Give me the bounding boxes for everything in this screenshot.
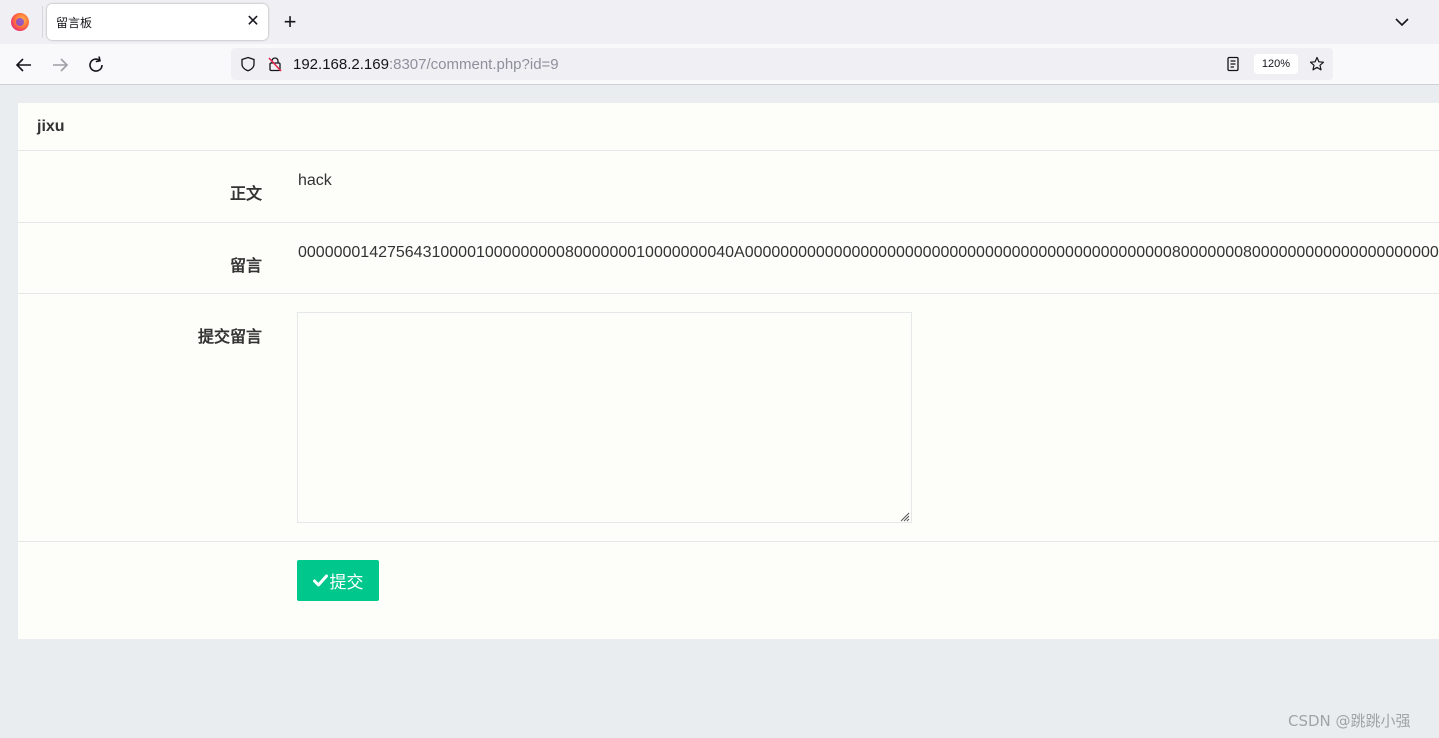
resize-grip-icon[interactable] xyxy=(898,509,910,522)
bookmark-star-icon[interactable] xyxy=(1309,56,1325,72)
comment-label: 留言 xyxy=(229,258,262,275)
comment-textarea[interactable] xyxy=(297,312,912,523)
comment-panel: jixu 正文 hack 留言 000000014275643100001000… xyxy=(18,103,1439,639)
comment-row: 留言 0000000142756431000010000000008000000… xyxy=(18,223,1439,294)
watermark: CSDN @跳跳小强 xyxy=(1288,712,1411,730)
url-host: 192.168.2.169 xyxy=(293,56,389,73)
tab-close-icon[interactable]: ✕ xyxy=(243,12,263,32)
zoom-level-badge[interactable]: 120% xyxy=(1254,54,1298,74)
checkmark-icon xyxy=(312,574,328,587)
shield-icon[interactable] xyxy=(240,56,256,72)
browser-tab-active[interactable]: 留言板 ✕ xyxy=(47,4,268,40)
insecure-lock-icon[interactable] xyxy=(267,56,283,72)
url-path: :8307/comment.php?id=9 xyxy=(388,56,559,73)
panel-header: jixu xyxy=(18,103,1439,151)
reader-view-icon[interactable] xyxy=(1225,56,1241,72)
back-arrow-icon[interactable] xyxy=(12,53,36,77)
submit-button-label: 提交 xyxy=(329,573,364,593)
browser-tabbar: 留言板 ✕ + xyxy=(0,0,1439,44)
page-title: jixu xyxy=(37,118,65,135)
submit-comment-label: 提交留言 xyxy=(197,329,262,346)
body-row: 正文 hack xyxy=(18,151,1439,223)
submit-button[interactable]: 提交 xyxy=(297,560,379,601)
forward-arrow-icon[interactable] xyxy=(48,53,72,77)
submit-comment-row: 提交留言 xyxy=(18,294,1439,542)
firefox-logo-icon[interactable] xyxy=(11,13,29,31)
url-text[interactable]: 192.168.2.169:8307/comment.php?id=9 xyxy=(293,56,559,73)
tab-separator xyxy=(42,6,43,38)
comment-value: 0000000142756431000010000000008000000010… xyxy=(298,244,1439,261)
body-value: hack xyxy=(298,172,332,189)
browser-navbar: 192.168.2.169:8307/comment.php?id=9 120% xyxy=(0,44,1439,85)
reload-icon[interactable] xyxy=(84,53,108,77)
tab-list-chevron-down-icon[interactable] xyxy=(1390,12,1414,32)
url-bar[interactable]: 192.168.2.169:8307/comment.php?id=9 120% xyxy=(231,48,1333,80)
tab-title: 留言板 xyxy=(56,16,93,30)
body-label: 正文 xyxy=(229,186,262,203)
new-tab-button[interactable]: + xyxy=(278,10,302,34)
